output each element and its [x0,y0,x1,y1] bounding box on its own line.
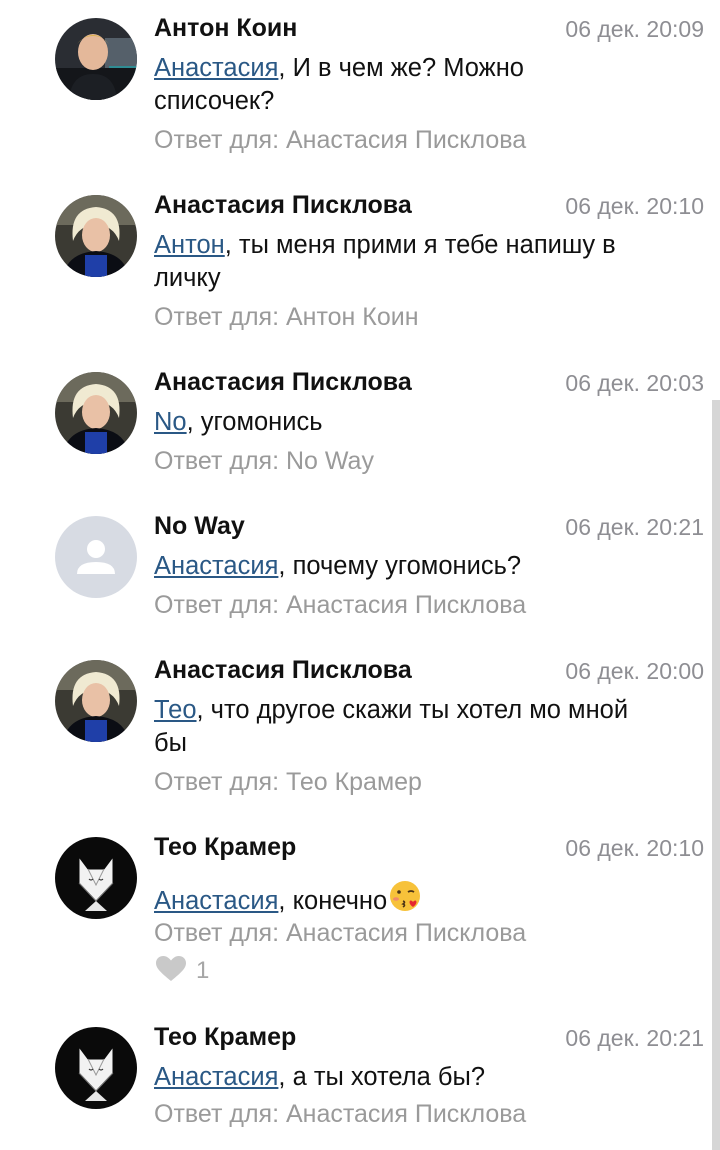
comment-author[interactable]: Анастасия Писклова [154,656,412,685]
comment-author[interactable]: No Way [154,512,245,541]
user-silhouette-icon [55,516,137,598]
mention-link[interactable]: Тео [154,696,197,724]
mention-link[interactable]: Анастасия [154,552,278,580]
comment-text-line: бы [154,729,187,757]
reply-to-link[interactable]: Ответ для: Тео Крамер [154,768,422,797]
comment-text-line: , конечно [278,887,388,915]
avatar[interactable] [55,195,137,277]
reply-to-link[interactable]: Ответ для: Антон Коин [154,303,419,332]
comment-text: Антон, ты меня прими я тебе напишу в лич… [154,229,699,295]
comment-date: 06 дек. 20:21 [565,1025,704,1051]
comment-author[interactable]: Анастасия Писклова [154,368,412,397]
comment-item: Анастасия Писклова 06 дек. 20:10 Антон, … [0,177,712,354]
mention-link[interactable]: No [154,408,187,436]
avatar[interactable] [55,18,137,100]
comment-text-line: , ты меня прими я тебе напишу в [224,231,616,259]
comment-date: 06 дек. 20:09 [565,16,704,42]
avatar[interactable] [55,1027,137,1109]
comment-date: 06 дек. 20:21 [565,514,704,540]
comment-item: Тео Крамер 06 дек. 20:10 Анастасия, коне… [0,819,712,1009]
comment-date: 06 дек. 20:10 [565,835,704,861]
comment-item: Анастасия Писклова 06 дек. 20:00 Тео, чт… [0,642,712,819]
comment-text: Анастасия, почему угомонись? [154,550,699,583]
comment-text-line: , что другое скажи ты хотел мо мной [196,696,629,724]
comment-text-line: личку [154,264,221,292]
mention-link[interactable]: Анастасия [154,54,278,82]
fox-origami-icon [55,1027,137,1109]
comment-text-line: , И в чем же? Можно [278,54,524,82]
comment-text: Анастасия, И в чем же? Можно списочек? [154,52,699,118]
comment-author[interactable]: Анастасия Писклова [154,191,412,220]
avatar[interactable] [55,837,137,919]
comment-author[interactable]: Антон Коин [154,14,297,43]
mention-link[interactable]: Антон [154,231,225,259]
comment-author[interactable]: Тео Крамер [154,833,296,862]
comment-item: No Way 06 дек. 20:21 Анастасия, почему у… [0,498,712,642]
comment-text-line: , а ты хотела бы? [278,1063,486,1091]
reply-to-link[interactable]: Ответ для: Анастасия Писклова [154,1100,526,1129]
avatar[interactable] [55,516,137,598]
comment-text-line: , почему угомонись? [278,552,522,580]
mention-link[interactable]: Анастасия [154,1063,278,1091]
comment-text: Анастасия, конечно [154,879,699,922]
like-button[interactable]: 1 [156,955,210,987]
reply-to-link[interactable]: Ответ для: Анастасия Писклова [154,591,526,620]
comment-text-line: списочек? [154,87,275,115]
comment-date: 06 дек. 20:03 [565,370,704,396]
comment-date: 06 дек. 20:00 [565,658,704,684]
avatar[interactable] [55,660,137,742]
fox-origami-icon [55,837,137,919]
comment-text: No, угомонись [154,406,699,439]
comment-text-line: , угомонись [186,408,323,436]
reply-to-link[interactable]: Ответ для: Анастасия Писклова [154,126,526,155]
scrollbar[interactable] [712,400,720,1150]
heart-icon [156,955,186,987]
mention-link[interactable]: Анастасия [154,887,278,915]
comment-text: Анастасия, а ты хотела бы? [154,1061,699,1094]
reply-to-link[interactable]: Ответ для: Анастасия Писклова [154,919,526,948]
comment-date: 06 дек. 20:10 [565,193,704,219]
comment-item: Тео Крамер 06 дек. 20:21 Анастасия, а ты… [0,1009,712,1150]
reply-to-link[interactable]: Ответ для: No Way [154,447,374,476]
comment-item: Антон Коин 06 дек. 20:09 Анастасия, И в … [0,0,712,177]
comment-author[interactable]: Тео Крамер [154,1023,296,1052]
comment-item: Анастасия Писклова 06 дек. 20:03 No, уго… [0,354,712,498]
like-count: 1 [196,957,210,984]
avatar[interactable] [55,372,137,454]
comment-text: Тео, что другое скажи ты хотел мо мной б… [154,694,699,760]
kissing-face-with-heart-icon [388,879,422,922]
